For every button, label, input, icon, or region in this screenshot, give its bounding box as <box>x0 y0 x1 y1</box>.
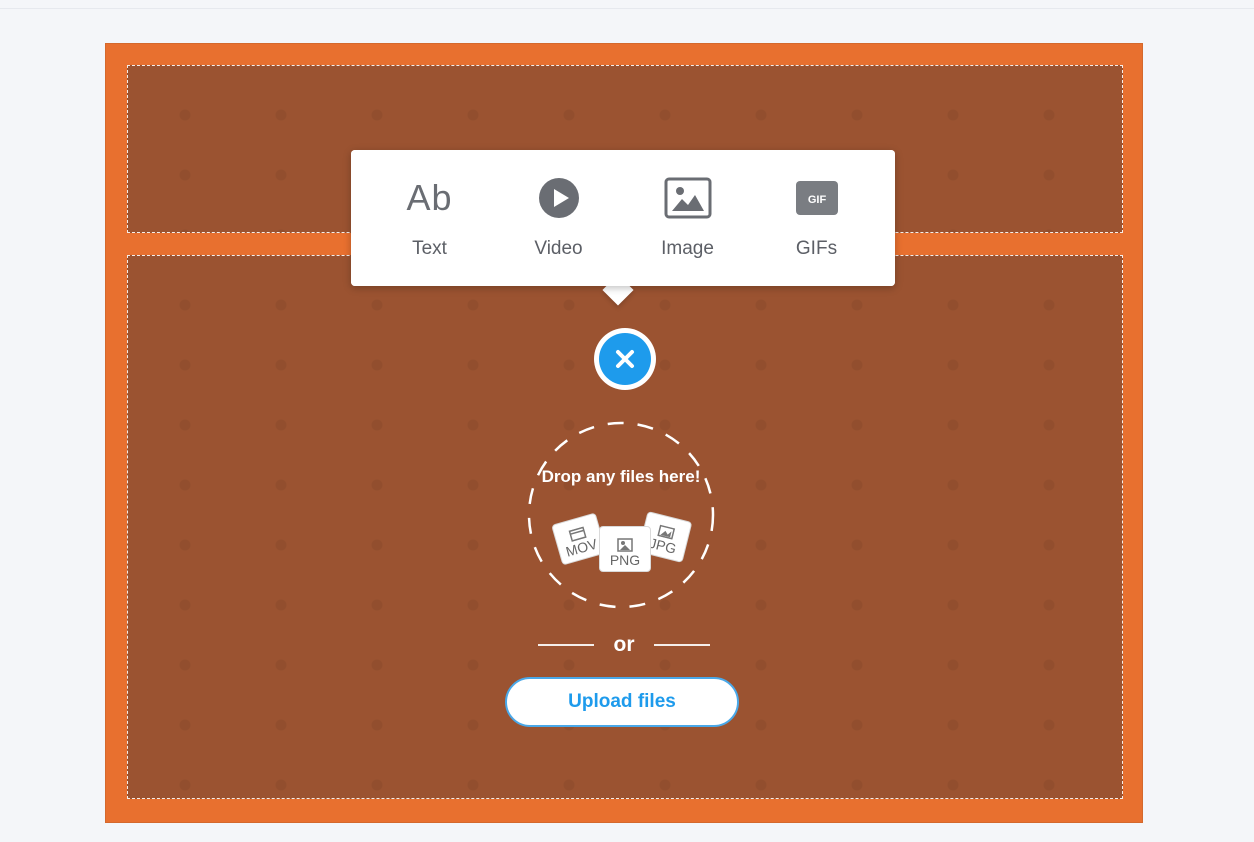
file-drop-target[interactable]: Drop any files here! MOV JPG PNG <box>526 420 716 610</box>
or-divider: or <box>538 632 710 658</box>
drop-files-text: Drop any files here! <box>541 467 701 486</box>
add-video-button[interactable]: Video <box>504 150 614 286</box>
png-file-icon: PNG <box>599 526 651 572</box>
close-button[interactable] <box>594 328 656 390</box>
add-text-label: Text <box>412 238 447 259</box>
video-play-icon <box>538 176 580 220</box>
or-line-right <box>654 644 710 646</box>
add-image-label: Image <box>661 238 714 259</box>
add-content-popover: Ab Text Video Image GIF GIFs <box>351 150 895 286</box>
close-icon <box>616 350 634 368</box>
or-text: or <box>613 633 635 656</box>
text-ab-icon: Ab <box>406 177 453 218</box>
add-text-button[interactable]: Ab Text <box>375 150 485 286</box>
gif-icon: GIF <box>795 176 838 220</box>
add-gif-button[interactable]: GIF GIFs <box>762 150 872 286</box>
svg-text:GIF: GIF <box>807 194 826 206</box>
add-video-label: Video <box>534 238 583 259</box>
dashed-circle <box>527 421 715 609</box>
image-icon <box>664 176 712 220</box>
add-gif-label: GIFs <box>795 238 838 259</box>
add-image-button[interactable]: Image <box>633 150 743 286</box>
upload-files-button[interactable]: Upload files <box>505 677 739 727</box>
page-top-divider <box>0 8 1254 9</box>
or-line-left <box>538 644 594 646</box>
